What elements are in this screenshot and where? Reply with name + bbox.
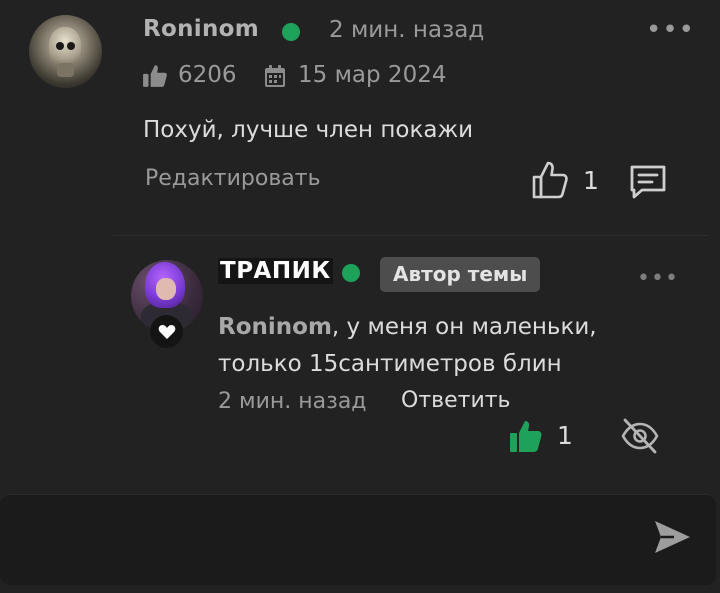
online-status-icon xyxy=(342,264,360,282)
heart-icon xyxy=(158,324,175,339)
topic-author-badge: Автор темы xyxy=(380,257,541,292)
user-likes-count: 6206 xyxy=(178,62,237,88)
avatar-eye-right xyxy=(67,42,75,50)
avatar-skull-shape xyxy=(49,27,81,67)
reply-chat-icon[interactable] xyxy=(628,162,668,202)
reply-time: 2 мин. назад xyxy=(218,389,367,414)
reply-author[interactable]: ТРАПИК xyxy=(218,258,333,284)
liked-thumbs-up-icon[interactable] xyxy=(509,419,543,453)
reply-button[interactable]: Ответить xyxy=(401,388,511,413)
reply-more-icon[interactable]: ••• xyxy=(637,268,679,290)
avatar-face xyxy=(156,278,176,300)
reply-text: Roninom, у меня он маленьки, только 15са… xyxy=(218,309,678,383)
comment-input-bar[interactable] xyxy=(0,494,716,585)
comment-text: Похуй, лучше член покажи xyxy=(143,117,474,143)
registration-date: 15 мар 2024 xyxy=(298,62,447,88)
avatar-roninom[interactable] xyxy=(29,15,102,88)
reply-like-count: 1 xyxy=(557,421,573,450)
avatar-jaw xyxy=(57,63,74,77)
mention-link[interactable]: Roninom xyxy=(218,314,332,340)
send-icon[interactable] xyxy=(652,517,692,557)
comment-time: 2 мин. назад xyxy=(329,17,485,43)
comment-author[interactable]: Roninom xyxy=(143,16,259,42)
heart-badge xyxy=(150,315,183,348)
like-button-icon[interactable] xyxy=(531,160,569,200)
comment-more-icon[interactable]: ••• xyxy=(646,17,695,43)
thumbs-up-icon xyxy=(143,65,167,87)
avatar-eye-left xyxy=(56,42,64,50)
edit-button[interactable]: Редактировать xyxy=(145,166,321,191)
online-status-icon xyxy=(282,23,300,41)
comment-like-count: 1 xyxy=(583,166,599,195)
eye-slash-icon[interactable] xyxy=(620,417,660,455)
calendar-icon xyxy=(265,65,285,87)
comment-separator xyxy=(113,235,708,236)
